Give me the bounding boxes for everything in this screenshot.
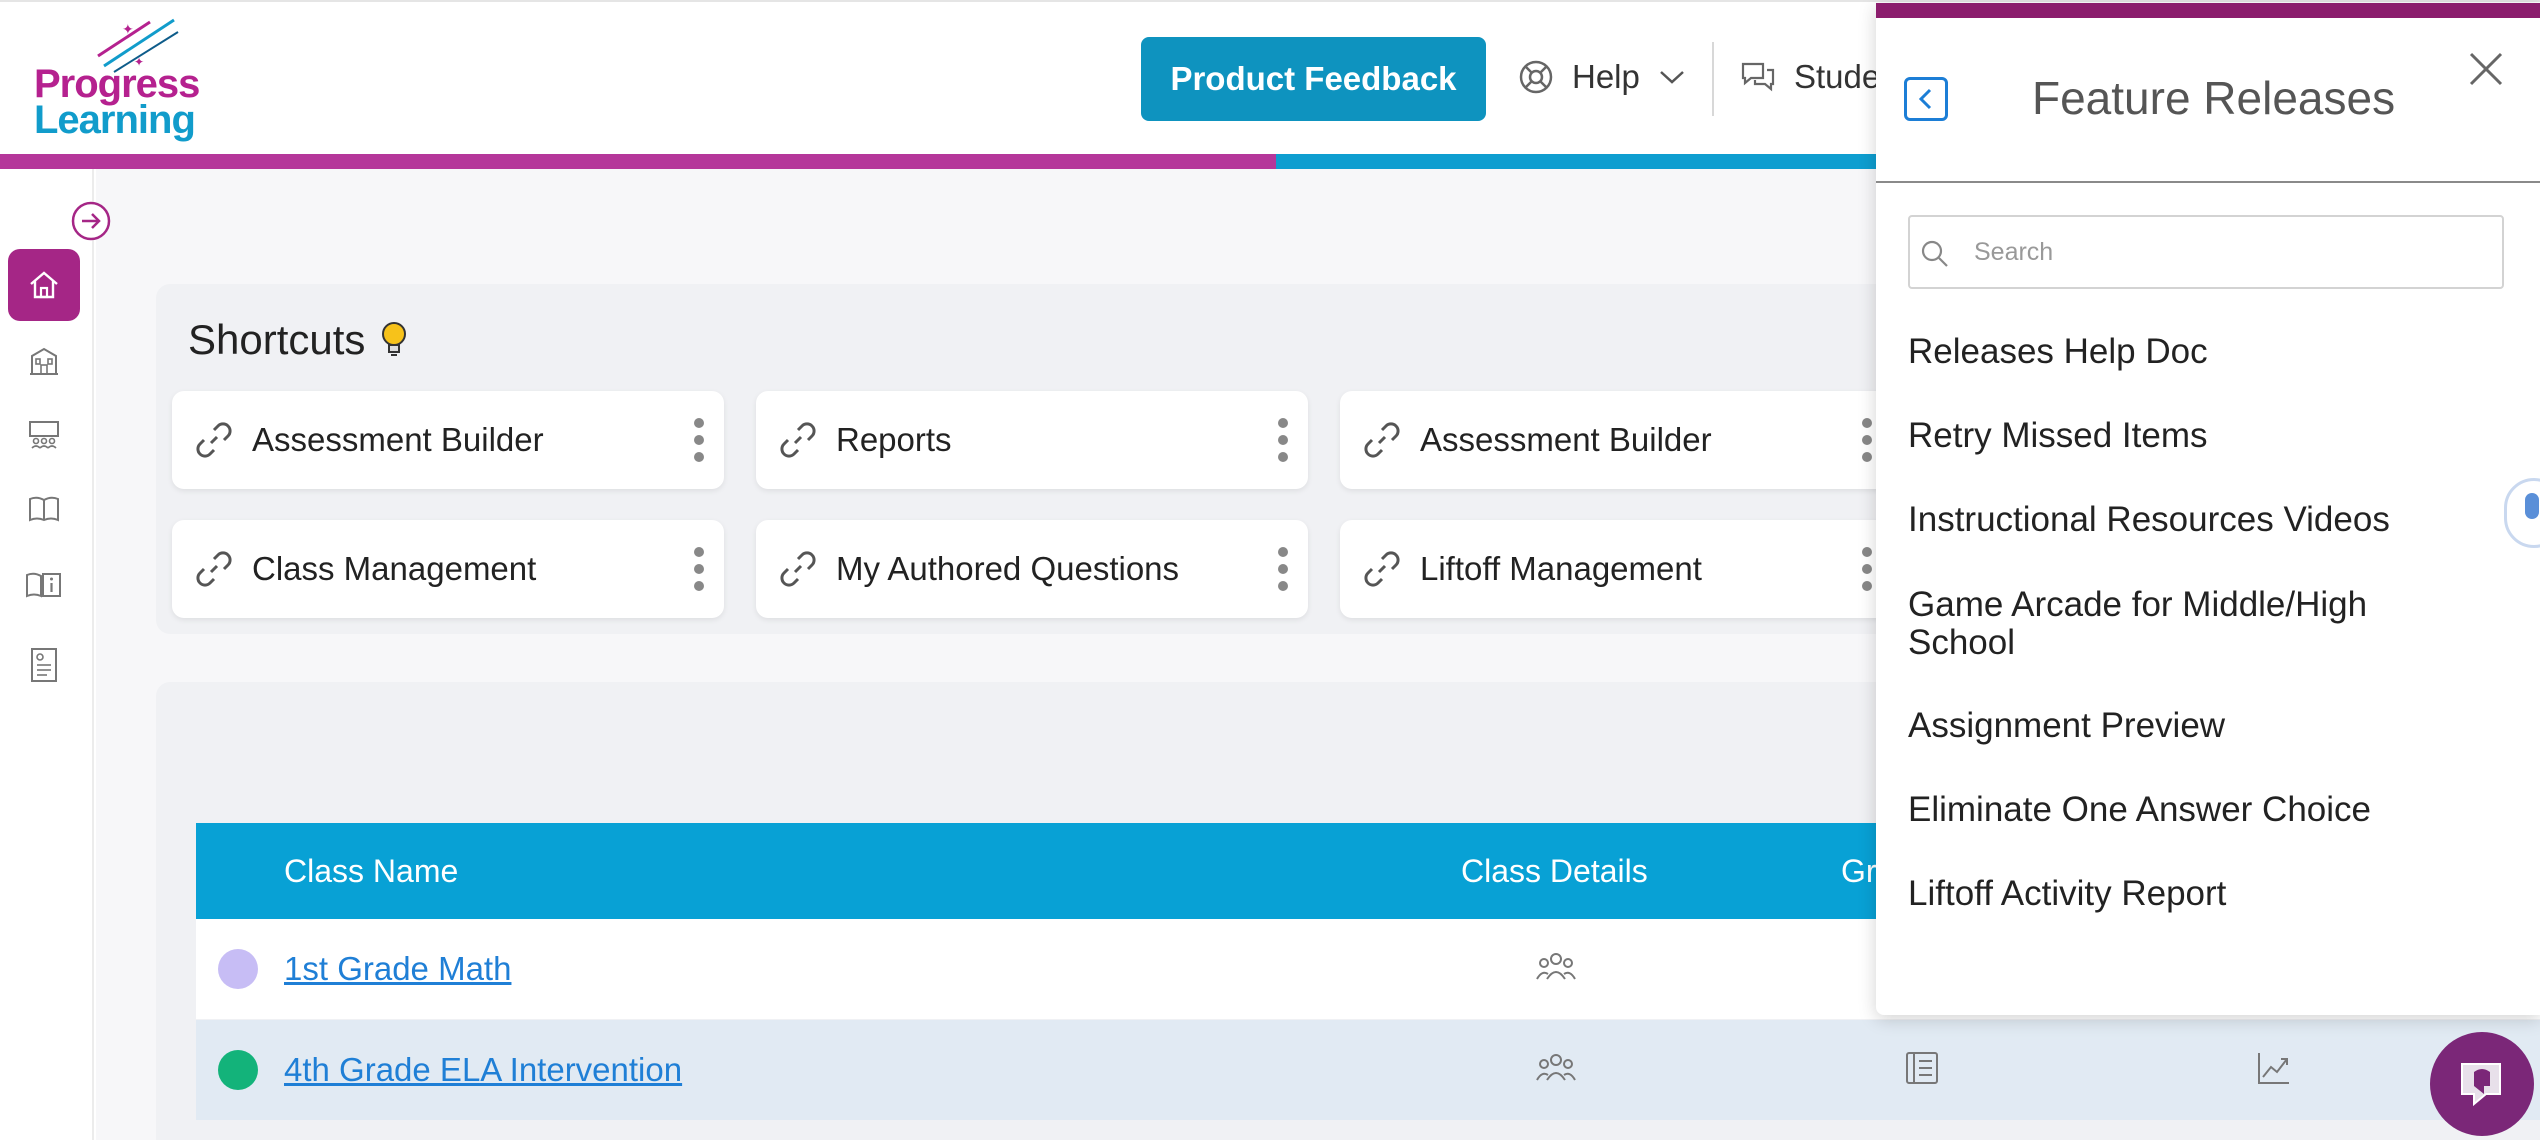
book-info-icon xyxy=(26,572,61,598)
panel-accent-bar xyxy=(1876,3,2540,18)
panel-title: Feature Releases xyxy=(2032,72,2396,124)
kebab-menu-icon[interactable] xyxy=(1860,546,1874,592)
link-icon xyxy=(1364,551,1400,587)
release-item[interactable]: Eliminate One Answer Choice xyxy=(1908,791,2468,829)
link-icon xyxy=(780,422,816,458)
column-header-gr[interactable]: Gr xyxy=(1841,823,1877,919)
school-building-icon xyxy=(30,347,58,375)
release-item[interactable]: Liftoff Activity Report xyxy=(1908,875,2468,913)
shortcut-label: Reports xyxy=(836,421,952,458)
shortcuts-heading: Shortcuts xyxy=(188,316,409,364)
chevron-down-icon xyxy=(1660,71,1684,84)
product-feedback-button[interactable]: Product Feedback xyxy=(1141,37,1486,121)
chevron-left-icon xyxy=(1918,88,1932,110)
help-menu[interactable]: Help xyxy=(1518,52,1686,102)
kebab-menu-icon[interactable] xyxy=(692,546,706,592)
sidebar-item-reports[interactable] xyxy=(8,629,80,701)
microphone-icon xyxy=(2525,493,2539,519)
link-icon xyxy=(1364,422,1400,458)
gradebook-icon[interactable] xyxy=(1904,1050,1940,1086)
shortcut-label: Liftoff Management xyxy=(1420,550,1702,587)
release-item[interactable]: Game Arcade for Middle/High School xyxy=(1908,586,2468,662)
shortcut-class-management[interactable]: Class Management xyxy=(172,520,724,618)
kebab-menu-icon[interactable] xyxy=(1860,417,1874,463)
chart-trend-icon[interactable] xyxy=(2256,1050,2292,1086)
class-details-people-icon[interactable] xyxy=(1536,949,1576,985)
logo-text-learning: Learning xyxy=(34,98,196,142)
sidebar-item-school[interactable] xyxy=(8,325,80,397)
link-icon xyxy=(780,551,816,587)
shortcut-label: Assessment Builder xyxy=(1420,421,1712,458)
students-label: Stude xyxy=(1794,58,1881,95)
class-color-dot xyxy=(218,949,258,989)
lightbulb-icon xyxy=(382,322,407,356)
classroom-icon xyxy=(29,421,59,449)
lifebuoy-icon xyxy=(1519,60,1553,94)
book-icon xyxy=(29,496,59,522)
shortcut-reports[interactable]: Reports xyxy=(756,391,1308,489)
sidebar-item-resources[interactable] xyxy=(8,549,80,621)
column-header-class-name[interactable]: Class Name xyxy=(284,823,458,919)
header-divider xyxy=(1712,42,1714,116)
report-document-icon xyxy=(31,648,57,682)
svg-text:✦: ✦ xyxy=(122,21,134,37)
feature-releases-panel: Feature Releases Releases Help Doc Retry… xyxy=(1876,3,2540,1015)
release-item[interactable]: Assignment Preview xyxy=(1908,707,2468,745)
shortcut-assessment-builder-2[interactable]: Assessment Builder xyxy=(1340,391,1892,489)
class-color-dot xyxy=(218,1050,258,1090)
class-details-people-icon[interactable] xyxy=(1536,1050,1576,1086)
home-icon xyxy=(30,271,58,299)
column-header-class-details[interactable]: Class Details xyxy=(1461,823,1648,919)
shortcut-label: My Authored Questions xyxy=(836,550,1180,587)
search-icon xyxy=(1921,240,1948,267)
help-chat-button[interactable] xyxy=(2430,1032,2534,1136)
expand-sidebar-icon[interactable] xyxy=(70,200,112,242)
release-item[interactable]: Retry Missed Items xyxy=(1908,417,2468,455)
table-row: 4th Grade ELA Intervention xyxy=(196,1020,2540,1120)
sidebar-item-home[interactable] xyxy=(8,249,80,321)
left-sidebar xyxy=(0,169,94,1140)
shortcuts-title: Shortcuts xyxy=(188,316,366,363)
shortcut-assessment-builder[interactable]: Assessment Builder xyxy=(172,391,724,489)
link-icon xyxy=(196,422,232,458)
shortcut-liftoff-management[interactable]: Liftoff Management xyxy=(1340,520,1892,618)
class-link[interactable]: 4th Grade ELA Intervention xyxy=(284,1020,682,1120)
release-item[interactable]: Instructional Resources Videos xyxy=(1908,501,2468,539)
sidebar-item-library[interactable] xyxy=(8,473,80,545)
chat-bubbles-icon xyxy=(1741,62,1775,92)
search-box xyxy=(1908,215,2504,289)
release-item[interactable]: Releases Help Doc xyxy=(1908,333,2468,371)
shortcut-my-authored-questions[interactable]: My Authored Questions xyxy=(756,520,1308,618)
brand-bar-pink xyxy=(0,154,1276,169)
search-input[interactable] xyxy=(1974,219,2494,285)
link-icon xyxy=(196,551,232,587)
back-button[interactable] xyxy=(1904,77,1948,121)
chat-support-icon xyxy=(2461,1063,2501,1107)
class-link[interactable]: 1st Grade Math xyxy=(284,919,511,1019)
kebab-menu-icon[interactable] xyxy=(692,417,706,463)
shortcut-label: Assessment Builder xyxy=(252,421,544,458)
help-label: Help xyxy=(1572,58,1640,95)
kebab-menu-icon[interactable] xyxy=(1276,546,1290,592)
shortcut-label: Class Management xyxy=(252,550,537,587)
close-icon[interactable] xyxy=(2466,49,2506,89)
sidebar-item-classes[interactable] xyxy=(8,399,80,471)
kebab-menu-icon[interactable] xyxy=(1276,417,1290,463)
progress-learning-logo[interactable]: ✦ ✦ Progress Learning xyxy=(32,16,202,146)
students-menu[interactable]: Stude xyxy=(1740,52,1880,102)
panel-divider xyxy=(1876,181,2540,183)
